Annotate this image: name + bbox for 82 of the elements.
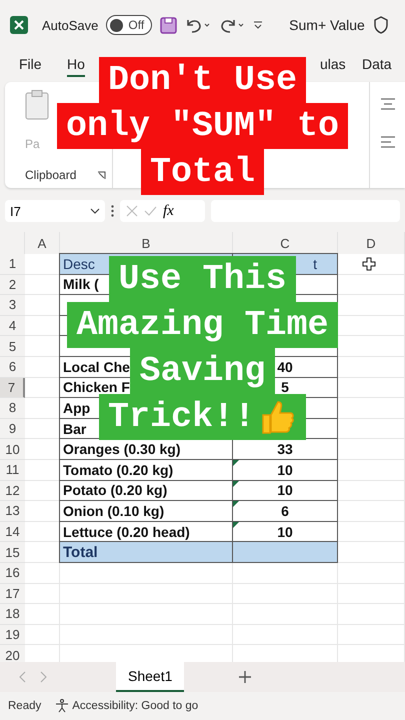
insert-function-button[interactable]: fx	[163, 202, 174, 220]
save-icon[interactable]	[160, 16, 178, 34]
excel-logo-icon[interactable]	[10, 16, 28, 34]
row-header[interactable]: 5	[0, 336, 25, 357]
sheet-cell	[338, 378, 405, 398]
sheet-cell	[25, 562, 60, 584]
sheet-cell	[338, 542, 405, 563]
row-header[interactable]: 15	[0, 542, 25, 563]
sheet-cell	[338, 624, 405, 646]
ribbon-tab[interactable]: File	[19, 56, 42, 76]
sheet-cell	[338, 356, 405, 378]
check-icon[interactable]	[144, 206, 157, 216]
row-header[interactable]: 18	[0, 604, 25, 625]
caption-text: Trick!!	[98, 394, 306, 440]
cell-cursor-icon	[362, 257, 376, 271]
sheet-cell	[25, 584, 60, 604]
caption-text: Use This	[109, 256, 296, 302]
table-cell: 10	[232, 458, 338, 481]
table-cell: 6	[232, 500, 338, 522]
ribbon-tab[interactable]: Data	[362, 56, 392, 76]
ribbon-tab[interactable]: ulas	[320, 56, 346, 76]
row-header[interactable]: 19	[0, 624, 25, 646]
row-header[interactable]: 4	[0, 316, 25, 336]
sheet-cell	[338, 584, 405, 604]
row-header[interactable]: 11	[0, 460, 25, 481]
status-mode: Ready	[8, 700, 42, 712]
caption-text: Saving	[130, 348, 275, 394]
accessibility-icon[interactable]	[55, 699, 70, 713]
chevron-icon[interactable]	[90, 208, 100, 214]
redo-icon[interactable]	[219, 17, 246, 33]
column-header[interactable]: B	[60, 232, 233, 254]
row-header[interactable]: 20	[0, 645, 25, 662]
row-header[interactable]: 12	[0, 480, 25, 502]
table-cell: 10	[232, 520, 338, 542]
sheet-cell	[338, 562, 405, 584]
autosave-label: AutoSave	[42, 18, 98, 32]
row-header[interactable]: 7	[0, 378, 25, 398]
name-box[interactable]: I7	[5, 200, 105, 222]
shield-icon[interactable]	[372, 16, 389, 34]
accessibility-status[interactable]: Accessibility: Good to go	[72, 700, 198, 712]
column-header[interactable]: D	[338, 232, 405, 254]
sheet-cell	[338, 604, 405, 625]
row-header[interactable]: 14	[0, 522, 25, 542]
row-header[interactable]: 2	[0, 274, 25, 296]
customize-icon[interactable]	[253, 20, 264, 30]
document-title: Sum+ Value	[289, 17, 365, 33]
table-cell: Total	[59, 541, 233, 563]
ribbon-tab[interactable]: Ho	[67, 56, 85, 76]
align-center-icon[interactable]	[380, 98, 396, 110]
expand-icon[interactable]	[97, 170, 106, 180]
sheet-cell	[25, 624, 60, 646]
row-header[interactable]: 17	[0, 584, 25, 604]
sheet-tab[interactable]: Sheet1	[116, 662, 184, 692]
row-header[interactable]: 13	[0, 501, 25, 522]
row-header[interactable]: 3	[0, 295, 25, 316]
row-header[interactable]: 9	[0, 418, 25, 440]
sheet-cell	[338, 480, 405, 502]
sheet-cell	[338, 439, 405, 460]
row-header[interactable]: 10	[0, 439, 25, 460]
column-header[interactable]: C	[233, 232, 338, 254]
sheet-cell	[338, 522, 405, 542]
sheet-cell	[338, 418, 405, 440]
row-header[interactable]: 8	[0, 398, 25, 419]
row-header[interactable]: 6	[0, 356, 25, 378]
table-cell: 10	[232, 480, 338, 502]
caption-text: only "SUM" to	[56, 103, 348, 149]
sheet-cell	[338, 398, 405, 419]
caption-text: Amazing Time	[67, 302, 338, 348]
caption-text: Don't Use	[98, 57, 306, 103]
caption-text: Total	[140, 149, 264, 195]
undo-icon[interactable]	[185, 17, 212, 33]
more-icon[interactable]	[111, 205, 114, 217]
row-header[interactable]: 16	[0, 562, 25, 584]
column-header[interactable]: A	[25, 232, 60, 254]
autosave-toggle[interactable]: Off	[106, 15, 152, 35]
sheet-cell	[25, 604, 60, 625]
add-sheet-icon[interactable]	[238, 670, 252, 684]
sheet-cell	[338, 501, 405, 522]
row-header[interactable]: 1	[0, 254, 25, 275]
sheet-cell	[338, 460, 405, 481]
align-left-icon[interactable]	[380, 136, 396, 148]
group-label: Clipboard	[25, 168, 76, 182]
